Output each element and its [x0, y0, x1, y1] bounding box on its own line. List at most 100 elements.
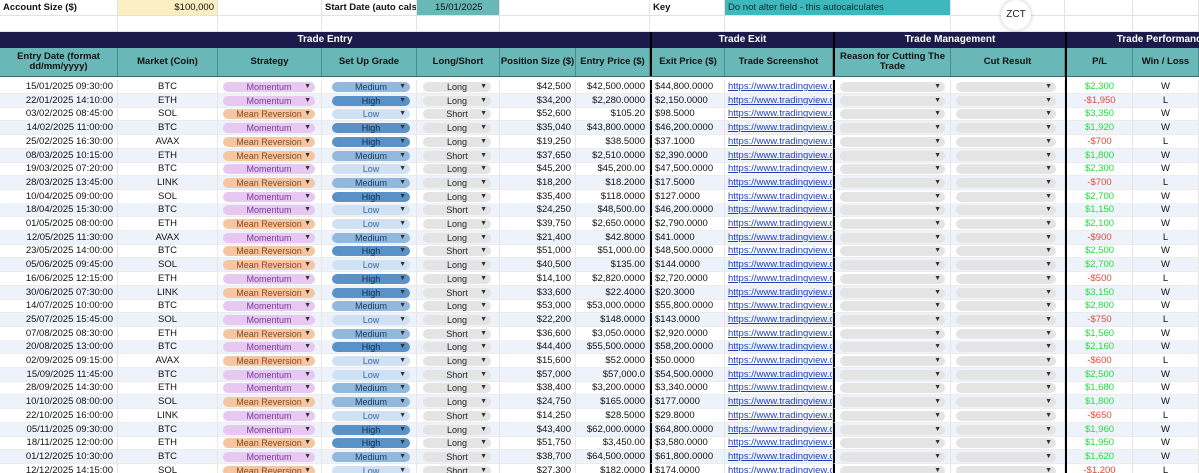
- reason-cutting-cell[interactable]: ▼: [833, 80, 951, 94]
- long-short-dropdown[interactable]: Short ▼: [423, 451, 491, 462]
- entry-date-cell[interactable]: 28/09/2025 14:30:00: [0, 381, 118, 396]
- setup-grade-dropdown[interactable]: Low ▼: [332, 109, 410, 120]
- market-cell[interactable]: AVAX: [118, 354, 218, 368]
- strategy-cell[interactable]: Momentum ▼: [218, 299, 322, 314]
- cut-result-dropdown[interactable]: ▼: [956, 314, 1056, 325]
- position-size-cell[interactable]: $53,000: [500, 299, 576, 314]
- setup-grade-dropdown[interactable]: High ▼: [332, 136, 410, 147]
- strategy-dropdown[interactable]: Mean Reversion ▼: [223, 246, 315, 257]
- setup-grade-cell[interactable]: High ▼: [322, 271, 417, 286]
- entry-price-cell[interactable]: $64,500.0000: [576, 449, 650, 464]
- cut-result-dropdown[interactable]: ▼: [956, 451, 1056, 462]
- strategy-dropdown[interactable]: Mean Reversion ▼: [223, 465, 315, 473]
- reason-cutting-dropdown[interactable]: ▼: [840, 438, 945, 449]
- setup-grade-cell[interactable]: High ▼: [322, 121, 417, 136]
- entry-price-cell[interactable]: $62,000.0000: [576, 422, 650, 437]
- strategy-dropdown[interactable]: Momentum ▼: [223, 232, 315, 243]
- reason-cutting-cell[interactable]: ▼: [833, 312, 951, 327]
- entry-price-cell[interactable]: $3,450.00: [576, 436, 650, 451]
- entry-price-cell[interactable]: $48,500.00: [576, 203, 650, 218]
- long-short-dropdown[interactable]: Long ▼: [423, 273, 491, 284]
- strategy-dropdown[interactable]: Momentum ▼: [223, 424, 315, 435]
- cut-result-cell[interactable]: ▼: [951, 134, 1065, 149]
- cut-result-dropdown[interactable]: ▼: [956, 164, 1056, 175]
- cut-result-cell[interactable]: ▼: [951, 217, 1065, 231]
- cut-result-dropdown[interactable]: ▼: [956, 123, 1056, 134]
- strategy-cell[interactable]: Mean Reversion ▼: [218, 326, 322, 341]
- cut-result-cell[interactable]: ▼: [951, 244, 1065, 259]
- strategy-dropdown[interactable]: Momentum ▼: [223, 82, 315, 92]
- exit-price-cell[interactable]: $2,790.0000: [650, 217, 725, 231]
- reason-cutting-dropdown[interactable]: ▼: [840, 82, 945, 92]
- cut-result-dropdown[interactable]: ▼: [956, 109, 1056, 120]
- setup-grade-cell[interactable]: High ▼: [322, 134, 417, 149]
- long-short-cell[interactable]: Long ▼: [417, 162, 500, 177]
- exit-price-cell[interactable]: $3,580.0000: [650, 436, 725, 451]
- reason-cutting-cell[interactable]: ▼: [833, 367, 951, 382]
- exit-price-cell[interactable]: $61,800.0000: [650, 449, 725, 464]
- market-cell[interactable]: LINK: [118, 175, 218, 190]
- trade-screenshot-cell[interactable]: https://www.tradingview.com: [725, 340, 833, 355]
- cut-result-dropdown[interactable]: ▼: [956, 219, 1056, 229]
- reason-cutting-cell[interactable]: ▼: [833, 107, 951, 122]
- position-size-cell[interactable]: $39,750: [500, 217, 576, 231]
- entry-price-cell[interactable]: $2,510.0000: [576, 148, 650, 163]
- long-short-cell[interactable]: Long ▼: [417, 93, 500, 108]
- market-cell[interactable]: LINK: [118, 285, 218, 300]
- trade-screenshot-link[interactable]: https://www.tradingview.com: [728, 451, 832, 462]
- cut-result-cell[interactable]: ▼: [951, 367, 1065, 382]
- exit-price-cell[interactable]: $177.0000: [650, 395, 725, 410]
- setup-grade-dropdown[interactable]: High ▼: [332, 342, 410, 353]
- long-short-dropdown[interactable]: Long ▼: [423, 438, 491, 449]
- entry-price-cell[interactable]: $105.20: [576, 107, 650, 122]
- reason-cutting-dropdown[interactable]: ▼: [840, 342, 945, 353]
- strategy-dropdown[interactable]: Mean Reversion ▼: [223, 260, 315, 271]
- cut-result-cell[interactable]: ▼: [951, 93, 1065, 108]
- strategy-cell[interactable]: Mean Reversion ▼: [218, 148, 322, 163]
- position-size-cell[interactable]: $40,500: [500, 258, 576, 273]
- entry-date-cell[interactable]: 02/09/2025 09:15:00: [0, 354, 118, 368]
- strategy-cell[interactable]: Momentum ▼: [218, 340, 322, 355]
- long-short-cell[interactable]: Long ▼: [417, 312, 500, 327]
- strategy-dropdown[interactable]: Momentum ▼: [223, 342, 315, 353]
- entry-date-cell[interactable]: 18/04/2025 15:30:00: [0, 203, 118, 218]
- trade-screenshot-cell[interactable]: https://www.tradingview.com: [725, 312, 833, 327]
- cut-result-dropdown[interactable]: ▼: [956, 260, 1056, 271]
- trade-screenshot-cell[interactable]: https://www.tradingview.com: [725, 93, 833, 108]
- setup-grade-dropdown[interactable]: Low ▼: [332, 205, 410, 216]
- cut-result-dropdown[interactable]: ▼: [956, 410, 1056, 421]
- setup-grade-cell[interactable]: High ▼: [322, 436, 417, 451]
- strategy-dropdown[interactable]: Momentum ▼: [223, 314, 315, 325]
- entry-price-cell[interactable]: $2,820.0000: [576, 271, 650, 286]
- entry-price-cell[interactable]: $52.0000: [576, 354, 650, 368]
- reason-cutting-cell[interactable]: ▼: [833, 422, 951, 437]
- exit-price-cell[interactable]: $37.1000: [650, 134, 725, 149]
- trade-screenshot-cell[interactable]: https://www.tradingview.com: [725, 217, 833, 231]
- cut-result-cell[interactable]: ▼: [951, 189, 1065, 204]
- trade-screenshot-cell[interactable]: https://www.tradingview.com: [725, 258, 833, 273]
- setup-grade-cell[interactable]: Low ▼: [322, 408, 417, 423]
- setup-grade-dropdown[interactable]: High ▼: [332, 123, 410, 134]
- trade-screenshot-link[interactable]: https://www.tradingview.com: [728, 150, 832, 161]
- cut-result-dropdown[interactable]: ▼: [956, 369, 1056, 380]
- strategy-dropdown[interactable]: Mean Reversion ▼: [223, 177, 315, 188]
- position-size-cell[interactable]: $27,300: [500, 463, 576, 473]
- cut-result-dropdown[interactable]: ▼: [956, 383, 1056, 394]
- long-short-cell[interactable]: Long ▼: [417, 134, 500, 149]
- setup-grade-dropdown[interactable]: Medium ▼: [332, 82, 410, 92]
- reason-cutting-dropdown[interactable]: ▼: [840, 356, 945, 366]
- entry-date-cell[interactable]: 10/04/2025 09:00:00: [0, 189, 118, 204]
- market-cell[interactable]: BTC: [118, 422, 218, 437]
- trade-screenshot-cell[interactable]: https://www.tradingview.com: [725, 162, 833, 177]
- market-cell[interactable]: SOL: [118, 312, 218, 327]
- trade-screenshot-cell[interactable]: https://www.tradingview.com: [725, 203, 833, 218]
- entry-price-cell[interactable]: $3,050.0000: [576, 326, 650, 341]
- cut-result-cell[interactable]: ▼: [951, 162, 1065, 177]
- long-short-cell[interactable]: Short ▼: [417, 408, 500, 423]
- long-short-dropdown[interactable]: Long ▼: [423, 260, 491, 271]
- market-cell[interactable]: ETH: [118, 436, 218, 451]
- trade-screenshot-cell[interactable]: https://www.tradingview.com: [725, 134, 833, 149]
- long-short-cell[interactable]: Long ▼: [417, 299, 500, 314]
- cut-result-cell[interactable]: ▼: [951, 80, 1065, 94]
- market-cell[interactable]: BTC: [118, 80, 218, 94]
